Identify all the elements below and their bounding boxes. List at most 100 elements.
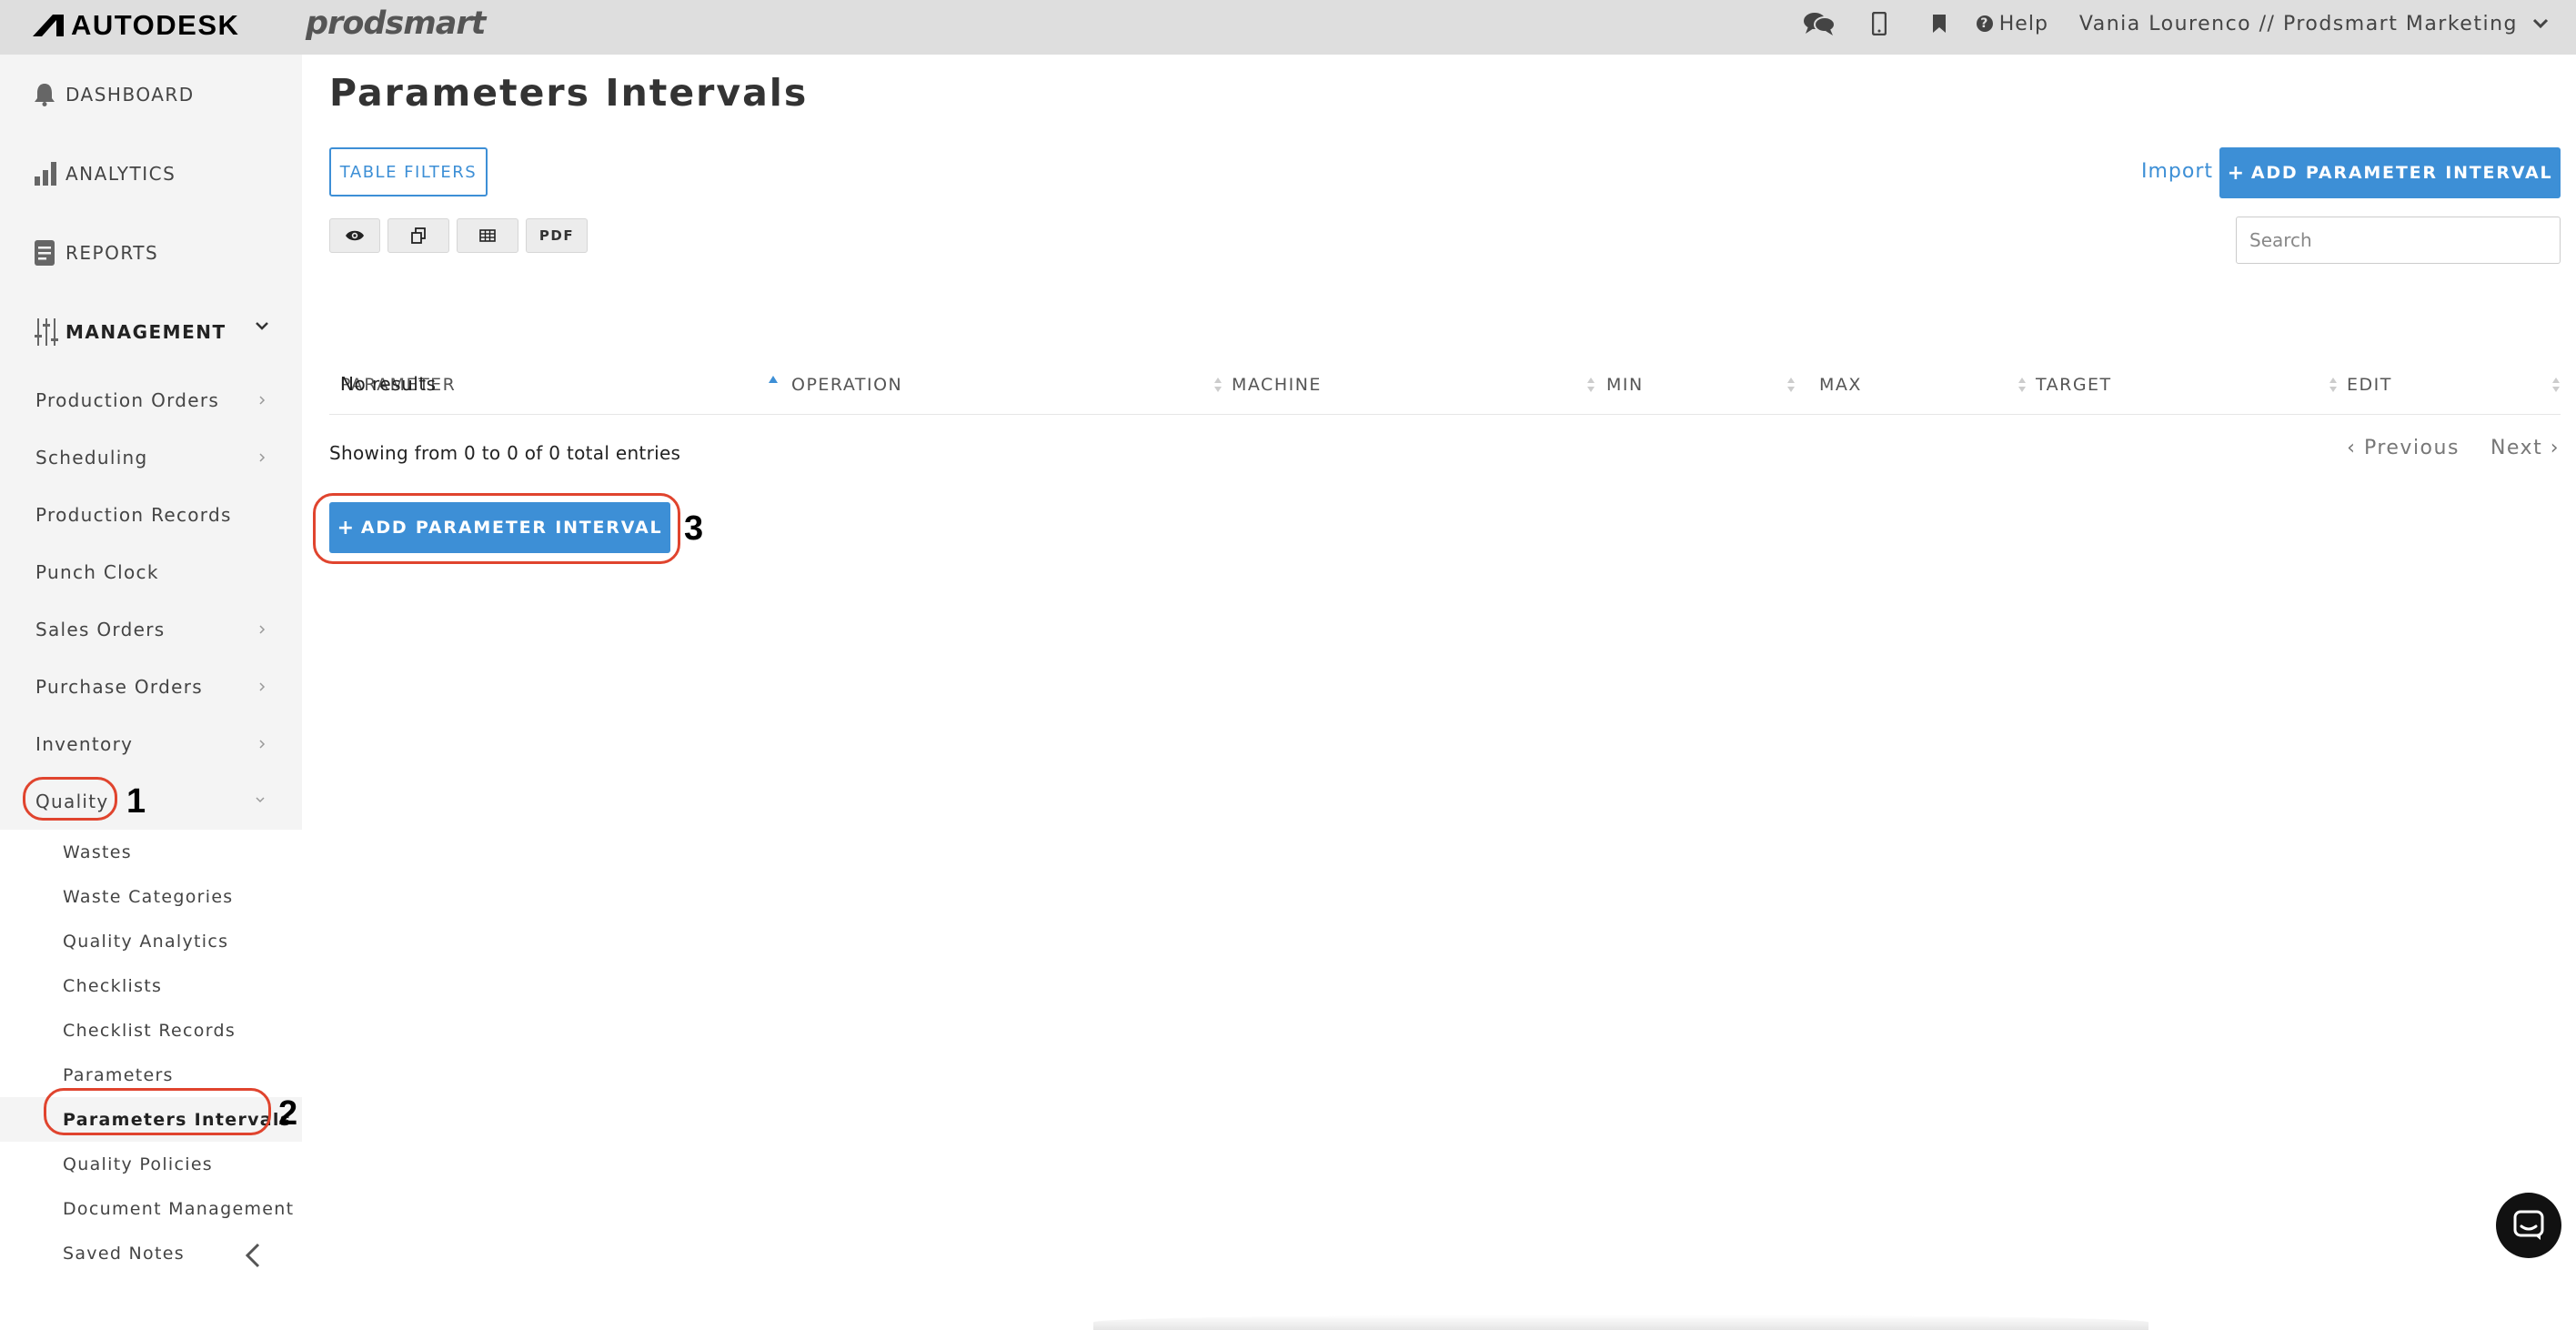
sidebar-item-document-management[interactable]: Document Management (0, 1186, 302, 1231)
annotation-ring-parameters-intervals (44, 1088, 271, 1135)
sort-icon (1587, 378, 1595, 392)
empty-table-message: No results (340, 373, 437, 395)
column-label: MAX (1819, 375, 1862, 395)
sidebar-item-label: Sales Orders (35, 618, 166, 640)
sidebar-item-reports[interactable]: REPORTS (0, 213, 302, 292)
quality-submenu: Wastes Waste Categories Quality Analytic… (0, 830, 302, 1275)
autodesk-mark-icon (33, 15, 64, 36)
column-header-operation[interactable]: OPERATION (780, 355, 1223, 415)
sidebar-item-punch-clock[interactable]: Punch Clock (0, 543, 302, 600)
chevron-right-icon (259, 625, 266, 634)
copy-button[interactable] (387, 218, 449, 253)
sidebar-item-label: Production Records (35, 503, 232, 526)
column-header-machine[interactable]: MACHINE (1221, 355, 1595, 415)
annotation-number-2: 2 (278, 1094, 298, 1133)
column-header-min[interactable]: MIN (1595, 355, 1796, 415)
sidebar-item-label: Purchase Orders (35, 675, 203, 698)
sidebar-item-wastes[interactable]: Wastes (0, 830, 302, 874)
chevron-right-icon (259, 740, 266, 749)
sidebar-item-label: Checklist Records (63, 1020, 236, 1041)
sort-asc-icon (769, 376, 778, 383)
column-label: OPERATION (791, 375, 903, 395)
column-visibility-button[interactable] (329, 218, 380, 253)
annotation-number-1: 1 (126, 782, 146, 821)
sidebar-item-production-records[interactable]: Production Records (0, 486, 302, 543)
chevron-right-icon: › (2542, 437, 2560, 459)
bottom-shadow (1093, 1315, 2148, 1330)
column-label: MIN (1606, 375, 1644, 395)
import-link[interactable]: Import (2141, 160, 2213, 183)
pager-label: Next (2490, 437, 2543, 459)
brand-name: AUTODESK (71, 9, 240, 41)
help-link[interactable]: ? Help (1976, 13, 2048, 35)
sidebar-item-checklists[interactable]: Checklists (0, 963, 302, 1008)
page-title: Parameters Intervals (329, 71, 809, 115)
sidebar-item-dashboard[interactable]: DASHBOARD (0, 55, 302, 134)
autodesk-logo[interactable]: AUTODESK (33, 9, 239, 42)
support-chat-button[interactable] (2496, 1193, 2561, 1258)
chevron-right-icon (259, 396, 266, 405)
export-pdf-button[interactable]: PDF (526, 218, 588, 253)
sidebar-item-label: Punch Clock (35, 560, 159, 583)
table-filters-button[interactable]: TABLE FILTERS (329, 147, 488, 196)
chevron-right-icon (259, 453, 266, 462)
sidebar-item-label: Production Orders (35, 388, 220, 411)
sidebar-item-management[interactable]: MANAGEMENT (0, 292, 302, 371)
sidebar-item-label: Waste Categories (63, 886, 234, 907)
chevron-left-icon: ‹ (2347, 437, 2364, 459)
annotation-ring-add-button (313, 493, 680, 564)
pager-label: Previous (2363, 437, 2460, 459)
annotation-ring-quality (23, 777, 117, 821)
column-header-edit[interactable]: EDIT (2336, 355, 2561, 415)
annotation-number-3: 3 (684, 509, 704, 548)
search-input[interactable] (2236, 217, 2561, 264)
sidebar-item-sales-orders[interactable]: Sales Orders (0, 600, 302, 658)
document-icon (35, 239, 65, 266)
column-label: EDIT (2347, 375, 2392, 395)
sort-icon (1787, 378, 1795, 392)
chevron-down-icon (256, 797, 265, 803)
sidebar-item-checklist-records[interactable]: Checklist Records (0, 1008, 302, 1053)
sidebar-item-scheduling[interactable]: Scheduling (0, 428, 302, 486)
column-header-target[interactable]: TARGET (2025, 355, 2338, 415)
collapse-sidebar-icon[interactable] (244, 1243, 262, 1268)
bookmark-icon[interactable] (1909, 0, 1969, 47)
sidebar-item-inventory[interactable]: Inventory (0, 715, 302, 772)
export-table-button[interactable] (457, 218, 518, 253)
column-header-max[interactable]: MAX (1808, 355, 2027, 415)
sidebar-item-label: Parameters (63, 1064, 174, 1085)
sidebar-item-production-orders[interactable]: Production Orders (0, 371, 302, 428)
column-label: MACHINE (1232, 375, 1322, 395)
chevron-down-icon (256, 322, 268, 330)
mobile-icon[interactable] (1849, 0, 1909, 47)
plus-icon: + (2227, 161, 2246, 185)
sidebar-item-label: Document Management (63, 1198, 295, 1219)
sidebar-item-waste-categories[interactable]: Waste Categories (0, 874, 302, 919)
table-entries-info: Showing from 0 to 0 of 0 total entries (329, 442, 681, 464)
user-label: Vania Lourenco // Prodsmart Marketing (2078, 12, 2518, 35)
table-icon (479, 229, 496, 242)
next-page-link[interactable]: Next › (2490, 437, 2560, 459)
add-parameter-interval-button[interactable]: + ADD PARAMETER INTERVAL (2219, 147, 2561, 198)
table-toolbar: PDF (329, 218, 588, 253)
sidebar-item-label: DASHBOARD (65, 83, 195, 106)
sidebar-item-purchase-orders[interactable]: Purchase Orders (0, 658, 302, 715)
sidebar-item-label: Checklists (63, 975, 163, 996)
pagination: ‹ Previous Next › (2347, 437, 2560, 459)
chevron-down-icon (2532, 18, 2549, 29)
copy-icon (411, 227, 426, 244)
chat-icon[interactable] (1789, 0, 1849, 47)
chevron-right-icon (259, 682, 266, 691)
sidebar-item-quality-policies[interactable]: Quality Policies (0, 1142, 302, 1186)
column-label: TARGET (2036, 375, 2112, 395)
sidebar-item-label: Quality Policies (63, 1154, 214, 1174)
user-menu[interactable]: Vania Lourenco // Prodsmart Marketing (2079, 13, 2549, 35)
sidebar-item-label: Quality Analytics (63, 931, 229, 952)
sidebar-item-label: Inventory (35, 732, 134, 755)
prodsmart-logo[interactable]: prodsmart (306, 5, 486, 42)
sidebar-item-quality-analytics[interactable]: Quality Analytics (0, 919, 302, 963)
sidebar-item-analytics[interactable]: ANALYTICS (0, 134, 302, 213)
previous-page-link[interactable]: ‹ Previous (2347, 437, 2460, 459)
top-bar: AUTODESK prodsmart ? Help Vania Lourenco… (0, 0, 2576, 55)
sidebar-item-label: ANALYTICS (65, 162, 176, 185)
